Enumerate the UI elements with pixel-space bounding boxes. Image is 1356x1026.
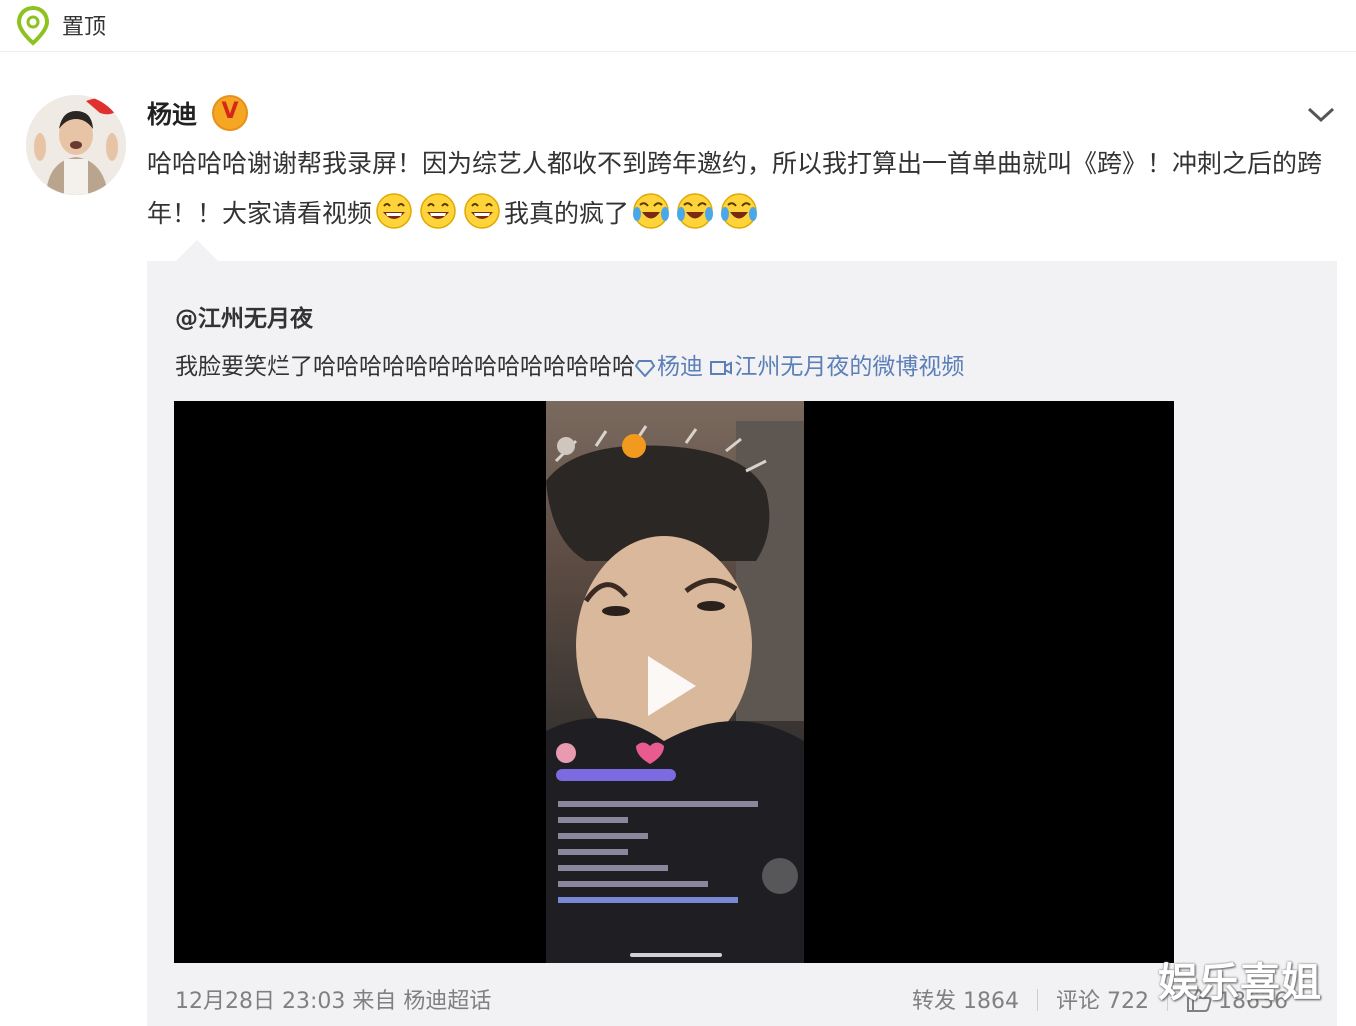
source-prefix: 来自 [352, 989, 397, 1014]
author-name[interactable]: 杨迪 [147, 95, 197, 131]
source-link[interactable]: 杨迪超话 [403, 989, 491, 1014]
repost-count: 1864 [963, 989, 1020, 1014]
timestamp[interactable]: 12月28日 23:03 [175, 989, 345, 1014]
crying-laughing-emoji-icon [677, 193, 714, 229]
avatar[interactable] [26, 95, 126, 195]
verified-badge: V [212, 95, 248, 131]
video-link[interactable]: 江州无月夜的微博视频 [710, 354, 964, 380]
pin-label: 置顶 [62, 15, 107, 40]
divider [1037, 989, 1039, 1011]
repost-button[interactable]: 转发 1864 [912, 989, 1019, 1014]
grinning-sweat-emoji-icon [376, 193, 412, 229]
post-text-tail: 我真的疯了 [504, 199, 630, 228]
mention-link[interactable]: 杨迪 [635, 354, 703, 380]
grinning-sweat-emoji-icon [464, 193, 500, 229]
mention-name: 杨迪 [657, 354, 703, 380]
diamond-tag-icon [635, 360, 655, 377]
original-text: 我脸要笑烂了哈哈哈哈哈哈哈哈哈哈哈哈哈哈 杨迪 江州无月夜的微博视频 [175, 347, 964, 381]
grinning-sweat-emoji-icon [420, 193, 456, 229]
comment-count: 722 [1107, 989, 1150, 1014]
post-text: 哈哈哈哈谢谢帮我录屏！因为综艺人都收不到跨年邀约，所以我打算出一首单曲就叫《跨》… [147, 139, 1337, 239]
comment-label: 评论 [1056, 989, 1101, 1014]
original-author[interactable]: @江州无月夜 [175, 299, 313, 333]
weibo-post-card: 杨迪 V 哈哈哈哈谢谢帮我录屏！因为综艺人都收不到跨年邀约，所以我打算出一首单曲… [0, 53, 1356, 1026]
crying-laughing-emoji-icon [633, 193, 670, 229]
video-player[interactable] [174, 401, 1174, 963]
comment-button[interactable]: 评论 722 [1056, 989, 1149, 1014]
repost-label: 转发 [912, 989, 957, 1014]
repost-pointer [175, 240, 219, 262]
location-pin-icon [16, 6, 50, 46]
video-link-label: 江州无月夜的微博视频 [734, 354, 965, 380]
play-icon[interactable] [626, 646, 706, 726]
video-link-icon [710, 361, 733, 375]
crying-laughing-emoji-icon [721, 193, 758, 229]
watermark: 娱乐喜姐 [1158, 960, 1322, 1006]
original-text-body: 我脸要笑烂了哈哈哈哈哈哈哈哈哈哈哈哈哈哈 [175, 354, 635, 380]
post-meta: 12月28日 23:03 来自 杨迪超话 [175, 983, 491, 1015]
pinned-bar: 置顶 [0, 0, 1356, 52]
repost-box: @江州无月夜 我脸要笑烂了哈哈哈哈哈哈哈哈哈哈哈哈哈哈 杨迪 江州无月夜的微博视频 [147, 261, 1337, 1026]
chevron-down-icon[interactable] [1306, 105, 1336, 125]
